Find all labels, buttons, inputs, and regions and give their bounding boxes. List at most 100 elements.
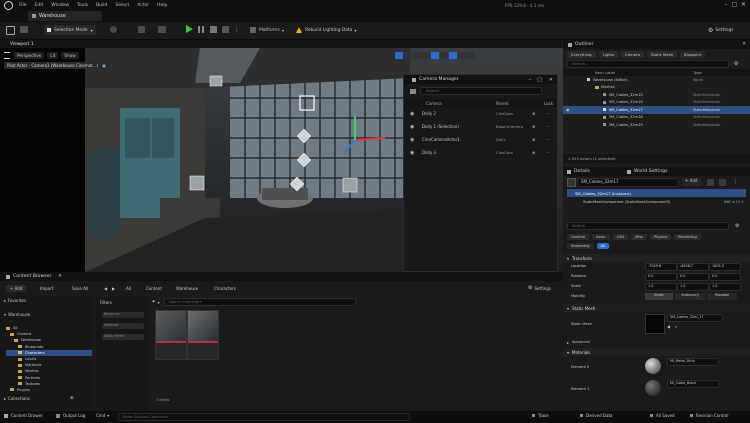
find-icon[interactable]: ⌕	[675, 324, 677, 329]
outliner-search-input[interactable]: Search...	[567, 60, 729, 68]
breadcrumb-characters[interactable]: Characters	[214, 286, 236, 291]
transform-header[interactable]: ▾ Transform	[563, 254, 750, 262]
category-rendering[interactable]: Rendering	[674, 233, 701, 240]
more-icon[interactable]: ⋯	[546, 124, 550, 129]
eye-icon[interactable]: ◉	[410, 111, 414, 117]
scale-field-y[interactable]: 1.0	[677, 283, 709, 291]
location-field-z[interactable]: 1605.3	[709, 263, 741, 271]
close-icon[interactable]: ✕	[741, 1, 746, 8]
add-component-button[interactable]: + Add	[682, 178, 702, 186]
more-icon[interactable]: ⋯	[546, 150, 550, 155]
rotation-field-y[interactable]: 0.0	[677, 273, 709, 281]
gear-icon[interactable]: ⚙	[734, 61, 738, 67]
filter-material[interactable]: Material	[102, 323, 144, 329]
console-input[interactable]: Enter Console Command	[118, 413, 410, 421]
filter-lights[interactable]: Lights	[598, 50, 619, 58]
filter-static-mesh[interactable]: Static Mesh	[102, 334, 144, 340]
filter-camera[interactable]: Camera	[621, 50, 644, 58]
eye-icon[interactable]: ◉	[410, 137, 414, 143]
advanced-row[interactable]: ▸ Advanced	[563, 338, 750, 346]
close-icon[interactable]: ✕	[549, 77, 553, 83]
content-settings-button[interactable]: ⚙ Settings	[528, 285, 551, 291]
breadcrumb-warehouse[interactable]: Warehouse	[176, 286, 198, 291]
settings-button[interactable]: ⚙ Settings	[708, 25, 733, 35]
eye-icon[interactable]: ◉	[410, 150, 414, 156]
revision-control-button[interactable]: Revision Control	[690, 413, 728, 418]
rotation-field-z[interactable]: 0.0	[709, 273, 741, 281]
import-button[interactable]: Import	[40, 286, 53, 291]
pilot-icon[interactable]: ⊕	[532, 137, 535, 142]
browse-icon[interactable]: ◀	[667, 324, 670, 329]
asset-search-input[interactable]: Search Characters	[163, 298, 356, 306]
nav-forward-icon[interactable]: ▶	[112, 286, 115, 291]
collections-header[interactable]: ▸ Collections ⊕	[4, 394, 74, 403]
filter-blueprint[interactable]: Blueprint	[102, 312, 144, 318]
derived-data-button[interactable]: Derived Data	[580, 413, 613, 418]
play-icon[interactable]	[186, 25, 193, 33]
element0-thumbnail[interactable]	[645, 358, 661, 374]
save-all-button[interactable]: Save All	[72, 286, 88, 291]
filter-icon[interactable]: ⏷	[152, 299, 156, 305]
eject-pilot-icon[interactable]: ▣	[102, 63, 106, 68]
camera-manager-titlebar[interactable]: Camera Manager – □ ✕	[404, 75, 557, 84]
filter-static-mesh[interactable]: Static Mesh	[646, 50, 677, 58]
outliner-row[interactable]: SM_Cables_32m18 StaticMeshActor	[563, 114, 750, 122]
world-icon[interactable]	[422, 51, 430, 59]
grid-icon[interactable]	[719, 178, 726, 186]
category-misc[interactable]: Misc	[631, 233, 648, 240]
nav-back-icon[interactable]: ◀	[104, 286, 107, 291]
favorites-header[interactable]: ▸ Favorites	[0, 296, 92, 305]
hamburger-menu-icon[interactable]	[4, 51, 10, 59]
details-tab[interactable]: Details	[567, 169, 590, 174]
show-button[interactable]: Show	[61, 51, 79, 59]
stop-icon[interactable]	[210, 26, 217, 33]
close-icon[interactable]: ✕	[58, 274, 62, 279]
location-field-x[interactable]: -7049.6	[645, 263, 677, 271]
translate-icon[interactable]	[395, 51, 403, 59]
filter-everything[interactable]: Everything	[567, 50, 596, 58]
minimize-icon[interactable]: –	[529, 77, 532, 83]
menu-build[interactable]: Build	[96, 3, 107, 8]
rebuild-lighting-button[interactable]: Rebuild Lighting Data ▾	[296, 25, 356, 35]
folder-item[interactable]: Plugins	[6, 387, 92, 393]
camera-row[interactable]: ◉ Dolly 3 CineCam ⊕ ⋯	[404, 146, 557, 159]
asset-tile[interactable]	[155, 310, 187, 360]
component-row-selected[interactable]: SM_Cables_32m17 (Instance)	[567, 189, 746, 197]
more-icon[interactable]: ⋮	[733, 179, 738, 185]
outliner-row[interactable]: SM_Cables_32m15 StaticMeshActor	[563, 91, 750, 99]
snap-icon[interactable]	[431, 51, 439, 59]
output-log-button[interactable]: Output Log	[56, 413, 85, 418]
eject-icon[interactable]	[222, 26, 229, 33]
materials-header[interactable]: ▾ Materials	[563, 348, 750, 356]
close-icon[interactable]: ✕	[742, 42, 746, 47]
element1-dropdown[interactable]: MI_Cable_Black	[667, 380, 719, 388]
content-browser-tab[interactable]: Content Browser ✕	[0, 272, 563, 281]
outliner-row[interactable]: Meshes	[563, 84, 750, 92]
blueprint-icon[interactable]	[707, 178, 714, 186]
camera-speed-icon[interactable]	[467, 51, 475, 59]
static-mesh-dropdown[interactable]: SM_Cables_32m_17	[667, 314, 723, 322]
outliner-row-selected[interactable]: ◉ SM_Cables_32m17 StaticMeshActor	[563, 106, 750, 114]
filter-blueprint[interactable]: Blueprint	[680, 50, 706, 58]
camera-row[interactable]: ◉ Dolly 2 CineCam ⊕ ⋯	[404, 107, 557, 120]
add-actor-icon[interactable]	[110, 26, 117, 33]
world-settings-tab[interactable]: World Settings	[627, 169, 667, 174]
perspective-button[interactable]: Perspective	[14, 51, 45, 59]
unreal-logo-icon[interactable]	[4, 0, 13, 10]
menu-tools[interactable]: Tools	[77, 3, 88, 8]
all-saved-button[interactable]: All Saved	[650, 413, 675, 418]
lit-button[interactable]: Lit	[47, 51, 59, 59]
menu-file[interactable]: File	[19, 3, 27, 8]
scale-icon[interactable]	[413, 51, 421, 59]
camera-search-input[interactable]: Search	[420, 87, 542, 95]
platforms-button[interactable]: Platforms ▾	[250, 25, 284, 35]
project-header[interactable]: ▾ Warehouse	[0, 310, 92, 319]
pilot-icon[interactable]: ⊕	[532, 124, 535, 129]
outliner-tab[interactable]: Outliner ✕	[563, 40, 750, 49]
mobility-movable[interactable]: Movable	[707, 293, 737, 300]
rotate-icon[interactable]	[404, 51, 412, 59]
actor-name-input[interactable]: SM_Cables_32m17	[577, 177, 679, 187]
pause-icon[interactable]	[198, 26, 204, 33]
category-lod[interactable]: LOD	[612, 233, 629, 240]
eye-icon[interactable]: ◉	[410, 124, 414, 130]
